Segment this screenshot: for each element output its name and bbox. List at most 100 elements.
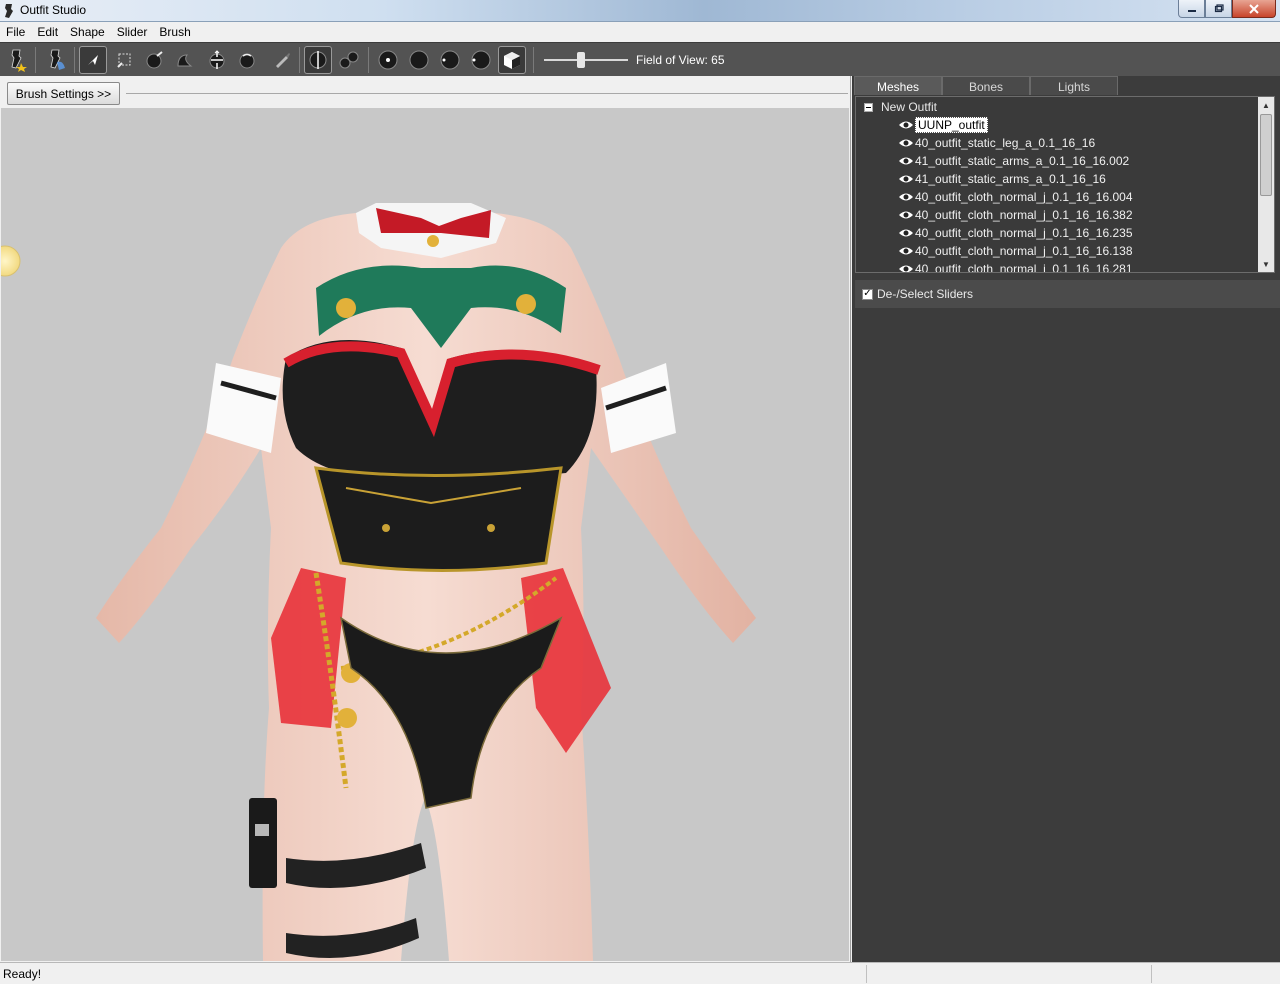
eye-icon[interactable] xyxy=(898,228,914,238)
mask-brush-icon xyxy=(117,53,131,68)
tab-bones[interactable]: Bones xyxy=(942,76,1030,95)
brush-settings-button[interactable]: Brush Settings >> xyxy=(7,82,120,105)
eye-icon[interactable] xyxy=(898,192,914,202)
fov-label: Field of View: 65 xyxy=(636,53,725,67)
mesh-label: 41_outfit_static_arms_a_0.1_16_16 xyxy=(915,172,1106,186)
toolbar-separator xyxy=(74,47,75,73)
mesh-item[interactable]: 40_outfit_cloth_normal_j_0.1_16_16.138 xyxy=(898,242,1133,260)
brush-size-xlarge-button[interactable] xyxy=(467,46,495,74)
tree-root-label: New Outfit xyxy=(881,100,938,114)
mesh-item[interactable]: 40_outfit_cloth_normal_j_0.1_16_16.004 xyxy=(898,188,1133,206)
left-panel: Brush Settings >> xyxy=(0,76,851,962)
smooth-brush-icon xyxy=(239,53,255,69)
menu-brush[interactable]: Brush xyxy=(153,22,196,42)
x-mirror-button[interactable] xyxy=(304,46,332,74)
scroll-down-icon[interactable]: ▼ xyxy=(1258,256,1274,272)
toolbar-separator xyxy=(533,47,534,73)
mesh-list: UUNP_outfit 40_outfit_static_leg_a_0.1_1… xyxy=(898,116,1133,273)
load-outfit-button[interactable] xyxy=(42,46,70,74)
select-sliders-checkbox[interactable]: ✓ xyxy=(862,288,873,300)
mesh-item[interactable]: 40_outfit_static_leg_a_0.1_16_16 xyxy=(898,134,1133,152)
mesh-tree: New Outfit UUNP_outfit 40_outfit_static_… xyxy=(855,96,1275,273)
scroll-up-icon[interactable]: ▲ xyxy=(1258,97,1274,113)
mesh-item[interactable]: 40_outfit_cloth_normal_j_0.1_16_16.382 xyxy=(898,206,1133,224)
deflate-brush-icon xyxy=(177,54,193,67)
eye-icon[interactable] xyxy=(898,174,914,184)
tab-meshes[interactable]: Meshes xyxy=(854,76,942,95)
status-text: Ready! xyxy=(3,967,42,981)
toolbar: Field of View: 65 xyxy=(0,42,1280,76)
brush-size-medium-button[interactable] xyxy=(405,46,433,74)
deflate-brush-button[interactable] xyxy=(171,46,199,74)
mesh-label: 41_outfit_static_arms_a_0.1_16_16.002 xyxy=(915,154,1130,168)
menu-slider[interactable]: Slider xyxy=(111,22,154,42)
minimize-button[interactable] xyxy=(1178,0,1205,18)
mesh-label: 40_outfit_cloth_normal_j_0.1_16_16.382 xyxy=(915,208,1133,222)
scroll-thumb[interactable] xyxy=(1260,114,1272,196)
mesh-item[interactable]: UUNP_outfit xyxy=(898,116,1133,134)
brush-size-large-button[interactable] xyxy=(436,46,464,74)
fov-slider-track[interactable] xyxy=(544,59,628,61)
menu-shape[interactable]: Shape xyxy=(64,22,111,42)
global-brush-collision-icon xyxy=(504,52,520,69)
menu-file[interactable]: File xyxy=(0,22,31,42)
window-title: Outfit Studio xyxy=(20,3,87,17)
app-icon xyxy=(5,4,13,18)
close-icon xyxy=(1249,3,1259,14)
load-reference-button[interactable] xyxy=(3,46,31,74)
close-button[interactable] xyxy=(1232,0,1276,18)
toolbar-separator xyxy=(299,47,300,73)
right-panel: Meshes Bones Lights New Outfit UUNP_outf… xyxy=(852,76,1280,962)
maximize-icon xyxy=(1214,3,1224,12)
outfit-model-render xyxy=(1,203,756,961)
brush-size-medium-icon xyxy=(409,50,429,70)
select-brush-button[interactable] xyxy=(79,46,107,74)
load-outfit-icon xyxy=(50,49,65,70)
mesh-label: 40_outfit_cloth_normal_j_0.1_16_16.138 xyxy=(915,244,1133,258)
connected-only-button[interactable] xyxy=(335,46,363,74)
inflate-brush-icon xyxy=(146,51,163,69)
eye-icon[interactable] xyxy=(898,156,914,166)
toolbar-separator xyxy=(35,47,36,73)
inflate-brush-button[interactable] xyxy=(141,46,169,74)
mesh-label: 40_outfit_cloth_normal_j_0.1_16_16.004 xyxy=(915,190,1133,204)
mask-brush-button[interactable] xyxy=(111,46,139,74)
menu-edit[interactable]: Edit xyxy=(31,22,64,42)
brush-size-xlarge-icon xyxy=(471,50,491,70)
sliders-header-label: De-/Select Sliders xyxy=(877,287,974,301)
select-brush-icon xyxy=(88,55,98,65)
eye-icon[interactable] xyxy=(898,246,914,256)
weight-brush-button[interactable] xyxy=(268,46,296,74)
minimize-icon xyxy=(1187,9,1196,12)
panel-tabs: Meshes Bones Lights xyxy=(854,76,1118,95)
mesh-tree-scrollbar[interactable]: ▲ ▼ xyxy=(1258,97,1274,272)
3d-viewport[interactable] xyxy=(1,108,849,961)
smooth-brush-button[interactable] xyxy=(233,46,261,74)
connected-only-icon xyxy=(339,51,359,69)
eye-icon[interactable] xyxy=(898,210,914,220)
eye-icon[interactable] xyxy=(898,120,914,130)
eye-icon[interactable] xyxy=(898,138,914,148)
mesh-item[interactable]: 40_outfit_cloth_normal_j_0.1_16_16.235 xyxy=(898,224,1133,242)
brush-size-small-button[interactable] xyxy=(374,46,402,74)
mesh-label: 40_outfit_cloth_normal_j_0.1_16_16.235 xyxy=(915,226,1133,240)
brush-size-large-icon xyxy=(440,50,460,70)
eye-icon[interactable] xyxy=(898,264,914,273)
move-brush-button[interactable] xyxy=(203,46,231,74)
brush-size-small-icon xyxy=(378,50,398,70)
mesh-item[interactable]: 41_outfit_static_arms_a_0.1_16_16 xyxy=(898,170,1133,188)
status-bar: Ready! xyxy=(0,962,1280,984)
status-separator xyxy=(866,965,867,983)
mesh-label: 40_outfit_static_leg_a_0.1_16_16 xyxy=(915,136,1096,150)
tree-root[interactable]: New Outfit xyxy=(864,100,937,114)
window-controls xyxy=(1178,0,1276,18)
tab-lights[interactable]: Lights xyxy=(1030,76,1118,95)
collapse-icon[interactable] xyxy=(864,102,873,112)
global-brush-collision-button[interactable] xyxy=(498,46,526,74)
sliders-header: ✓ De-/Select Sliders xyxy=(855,280,1280,308)
maximize-button[interactable] xyxy=(1205,0,1232,18)
mesh-item[interactable]: 41_outfit_static_arms_a_0.1_16_16.002 xyxy=(898,152,1133,170)
title-bar: Outfit Studio xyxy=(0,0,1280,22)
mesh-item[interactable]: 40_outfit_cloth_normal_j_0.1_16_16.281 xyxy=(898,260,1133,273)
fov-slider-thumb[interactable] xyxy=(577,52,585,68)
